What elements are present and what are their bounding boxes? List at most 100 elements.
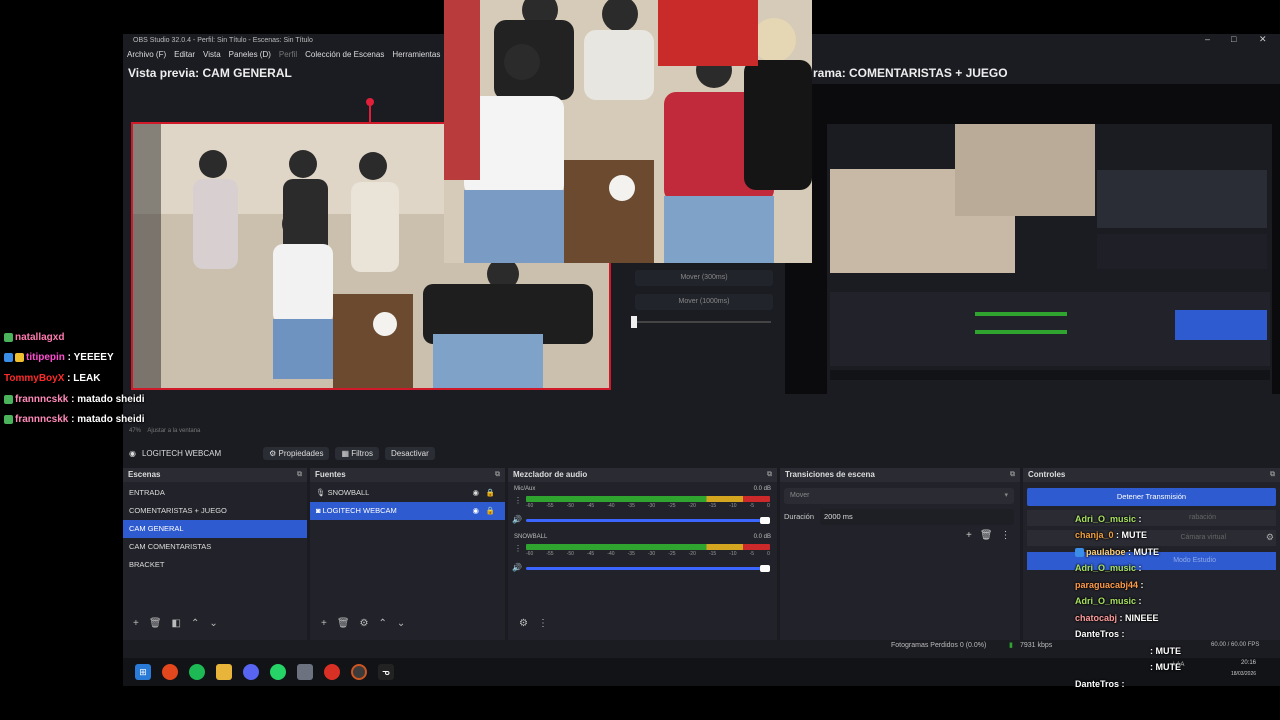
lock-icon[interactable]: 🔒 [486, 484, 495, 502]
gear-icon[interactable]: ⚙ [1266, 532, 1274, 543]
properties-button[interactable]: ⚙ Propiedades [263, 446, 330, 460]
lock-icon[interactable]: 🔒 [486, 502, 495, 520]
slider-handle[interactable] [631, 316, 637, 328]
menu-dots-icon[interactable]: ⋮ [538, 618, 548, 634]
speaker-icon[interactable]: 🔊 [512, 563, 522, 572]
filter-icon[interactable]: ◧ [172, 618, 181, 634]
clock-time[interactable]: 20:16 [1241, 660, 1256, 666]
menu-coleccion[interactable]: Colección de Escenas [305, 50, 384, 64]
stop-streaming-button[interactable]: Detener Transmisión [1027, 488, 1276, 506]
deactivate-button[interactable]: Desactivar [385, 446, 435, 460]
fit-window-button[interactable]: Ajustar a la ventana [147, 428, 200, 434]
chat-message-right: paraguacabj44 : [1075, 580, 1144, 590]
chevron-down-icon: ▾ [1004, 492, 1008, 499]
filters-button[interactable]: ▦ Filtros [335, 446, 379, 460]
windows-start-icon[interactable]: ⊞ [135, 664, 151, 680]
chat-message-right: DanteTros : [1075, 629, 1125, 639]
meter-tick-label: -55 [546, 551, 554, 557]
meter-tick-label: -40 [607, 503, 615, 509]
settings-icon[interactable]: ⚙ [519, 618, 528, 634]
move-1000-dropdown[interactable]: Mover (1000ms) [635, 294, 773, 310]
meter-tick-label: -45 [586, 503, 595, 509]
menu-vista[interactable]: Vista [203, 50, 221, 64]
meter-tick-label: -55 [546, 503, 554, 509]
chevron-down-icon[interactable]: ⌄ [209, 618, 217, 634]
move-300-dropdown[interactable]: Mover (300ms) [635, 270, 773, 286]
chat-badge-icon [4, 332, 13, 342]
volume-knob[interactable] [760, 517, 770, 524]
sources-header: Fuentes ⧉ [310, 468, 505, 482]
menu-dots-icon[interactable]: ⋮ [514, 544, 522, 553]
calculator-icon[interactable] [297, 664, 313, 680]
eye-icon[interactable]: ◉ [472, 484, 479, 502]
folder-icon[interactable] [216, 664, 232, 680]
transition-type-select[interactable]: Mover ▾ [784, 488, 1014, 504]
sources-dock: Fuentes ⧉ 🎙 SNOWBALL ◉ 🔒 ◙ LOGITECH WEBC… [310, 468, 505, 640]
dock-undock-icon[interactable]: ⧉ [495, 468, 500, 482]
firefox-icon[interactable] [162, 664, 178, 680]
virtual-camera-button[interactable]: Cámara virtual [1027, 530, 1276, 546]
meter-scale: -60 -55 -50 -45 -40 -35 -30 -25 -20 -15 -10 -5 0 [526, 503, 770, 509]
close-button[interactable]: ✕ [1259, 34, 1267, 45]
eye-icon[interactable]: ◉ [472, 502, 479, 520]
app-icon[interactable]: ᓀ [378, 664, 394, 680]
menu-perfil[interactable]: Perfil [279, 50, 297, 64]
spotify-icon[interactable] [189, 664, 205, 680]
zoom-level[interactable]: 47% [129, 428, 141, 434]
minimize-button[interactable]: – [1205, 34, 1210, 44]
speaker-icon[interactable]: 🔊 [512, 515, 522, 524]
dropped-frames: Fotogramas Perdidos 0 (0.0%) [891, 642, 987, 649]
whatsapp-icon[interactable] [270, 664, 286, 680]
bitrate: 7931 kbps [1020, 642, 1053, 649]
chevron-up-icon[interactable]: ⌃ [379, 618, 387, 634]
meter-tick-label: -50 [566, 551, 574, 557]
add-icon[interactable]: + [321, 618, 327, 634]
rotation-handle[interactable] [369, 102, 371, 124]
recording-button[interactable]: rabación [1027, 510, 1276, 526]
scene-item[interactable]: BRACKET [123, 556, 307, 574]
menu-dots-icon[interactable]: ⋮ [1001, 530, 1011, 541]
zoom-row: 47% Ajustar a la ventana [129, 428, 200, 434]
dock-undock-icon[interactable]: ⧉ [297, 468, 302, 482]
gear-icon[interactable]: ⚙ [360, 618, 369, 634]
source-item[interactable]: 🎙 SNOWBALL ◉ 🔒 [310, 484, 505, 502]
scenes-dock: Escenas ⧉ ENTRADA COMENTARISTAS + JUEGO … [123, 468, 307, 640]
meter-tick-label: -5 [749, 551, 755, 557]
scene-item[interactable]: CAM GENERAL [123, 520, 307, 538]
trash-icon[interactable]: 🗑 [337, 618, 350, 634]
volume-knob[interactable] [760, 565, 770, 572]
signal-icon: ▮ [1009, 642, 1013, 649]
menu-dots-icon[interactable]: ⋮ [514, 496, 522, 505]
meter-tick-label: -10 [729, 551, 737, 557]
chat-message-right: chanja_0 : MUTE [1075, 530, 1148, 540]
trash-icon[interactable]: 🗑 [980, 530, 993, 541]
dock-undock-icon[interactable]: ⧉ [767, 468, 772, 482]
transitions-header: Transiciones de escena ⧉ [780, 468, 1020, 482]
duration-input[interactable]: 2000 ms [820, 509, 1014, 525]
add-icon[interactable]: + [966, 530, 972, 541]
maximize-button[interactable]: □ [1231, 34, 1236, 44]
program-canvas [785, 84, 1280, 394]
camera-icon: ◉ [129, 448, 136, 458]
chrome-icon[interactable] [324, 664, 340, 680]
clock-date[interactable]: 18/03/2026 [1231, 671, 1256, 677]
discord-icon[interactable] [243, 664, 259, 680]
scene-item[interactable]: CAM COMENTARISTAS [123, 538, 307, 556]
scene-item[interactable]: ENTRADA [123, 484, 307, 502]
audio-mixer-dock: Mezclador de audio ⧉ Mic/Aux 0.0 dB ⋮ -6… [508, 468, 777, 640]
source-item[interactable]: ◙ LOGITECH WEBCAM ◉ 🔒 [310, 502, 505, 520]
dock-undock-icon[interactable]: ⧉ [1270, 468, 1275, 482]
trash-icon[interactable]: 🗑 [149, 618, 162, 634]
dock-undock-icon[interactable]: ⧉ [1010, 468, 1015, 482]
transition-slider[interactable] [631, 316, 771, 328]
audio-meter [526, 544, 770, 550]
menu-herramientas[interactable]: Herramientas [392, 50, 440, 64]
menu-archivo[interactable]: Archivo (F) [127, 50, 166, 64]
chevron-up-icon[interactable]: ⌃ [191, 618, 199, 634]
menu-paneles[interactable]: Paneles (D) [229, 50, 271, 64]
scene-item[interactable]: COMENTARISTAS + JUEGO [123, 502, 307, 520]
obs-icon[interactable] [351, 664, 367, 680]
menu-editar[interactable]: Editar [174, 50, 195, 64]
add-icon[interactable]: + [133, 618, 139, 634]
chevron-down-icon[interactable]: ⌄ [397, 618, 405, 634]
